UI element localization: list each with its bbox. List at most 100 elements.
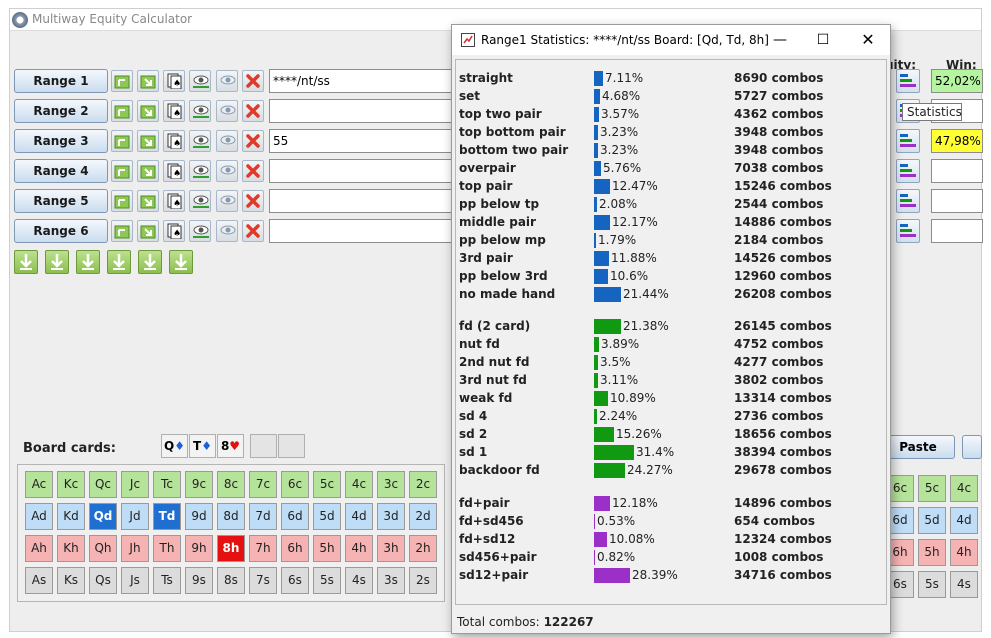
card-Th[interactable]: Th bbox=[153, 535, 181, 562]
card-4d[interactable]: 4d bbox=[950, 507, 978, 534]
download-button[interactable] bbox=[169, 250, 193, 274]
download-button[interactable] bbox=[14, 250, 38, 274]
card-7s[interactable]: 7s bbox=[249, 567, 277, 594]
board-card-slot[interactable]: T♦ bbox=[189, 434, 216, 458]
eye-hidden-button[interactable] bbox=[216, 220, 238, 242]
card-5d[interactable]: 5d bbox=[918, 507, 946, 534]
export-range-button[interactable] bbox=[137, 160, 159, 182]
statistics-button[interactable] bbox=[896, 159, 920, 183]
export-range-button[interactable] bbox=[137, 190, 159, 212]
card-5c[interactable]: 5c bbox=[313, 471, 341, 498]
card-3h[interactable]: 3h bbox=[377, 535, 405, 562]
eye-hidden-button[interactable] bbox=[216, 70, 238, 92]
statistics-button[interactable] bbox=[896, 129, 920, 153]
export-range-button[interactable] bbox=[137, 70, 159, 92]
win-field[interactable] bbox=[931, 159, 983, 183]
card-4s[interactable]: 4s bbox=[950, 571, 978, 598]
card-Ac[interactable]: Ac bbox=[25, 471, 53, 498]
card-4s[interactable]: 4s bbox=[345, 567, 373, 594]
delete-button[interactable] bbox=[242, 160, 264, 182]
maximize-button[interactable]: ☐ bbox=[812, 29, 834, 51]
range-input[interactable] bbox=[269, 99, 469, 123]
card-5s[interactable]: 5s bbox=[313, 567, 341, 594]
import-range-button[interactable] bbox=[111, 190, 133, 212]
card-Qd[interactable]: Qd bbox=[89, 503, 117, 530]
cards-button[interactable]: ♠ bbox=[163, 220, 185, 242]
download-button[interactable] bbox=[45, 250, 69, 274]
card-9d[interactable]: 9d bbox=[185, 503, 213, 530]
card-4c[interactable]: 4c bbox=[345, 471, 373, 498]
card-Qs[interactable]: Qs bbox=[89, 567, 117, 594]
win-field[interactable]: 52,02% bbox=[931, 69, 983, 93]
card-8d[interactable]: 8d bbox=[217, 503, 245, 530]
board-card-slot[interactable] bbox=[250, 434, 277, 458]
eye-button[interactable] bbox=[189, 220, 211, 242]
card-5h[interactable]: 5h bbox=[313, 535, 341, 562]
eye-hidden-button[interactable] bbox=[216, 190, 238, 212]
eye-button[interactable] bbox=[189, 190, 211, 212]
card-9s[interactable]: 9s bbox=[185, 567, 213, 594]
delete-button[interactable] bbox=[242, 70, 264, 92]
extra-button[interactable] bbox=[962, 435, 982, 459]
card-6d[interactable]: 6d bbox=[281, 503, 309, 530]
card-Kc[interactable]: Kc bbox=[57, 471, 85, 498]
card-4h[interactable]: 4h bbox=[345, 535, 373, 562]
import-range-button[interactable] bbox=[111, 70, 133, 92]
range-input[interactable] bbox=[269, 159, 469, 183]
range-button[interactable]: Range 2 bbox=[14, 99, 108, 123]
range-button[interactable]: Range 4 bbox=[14, 159, 108, 183]
card-4h[interactable]: 4h bbox=[950, 539, 978, 566]
card-Td[interactable]: Td bbox=[153, 503, 181, 530]
eye-button[interactable] bbox=[189, 100, 211, 122]
paste-button[interactable]: Paste bbox=[881, 435, 955, 459]
export-range-button[interactable] bbox=[137, 100, 159, 122]
card-2s[interactable]: 2s bbox=[409, 567, 437, 594]
eye-button[interactable] bbox=[189, 70, 211, 92]
delete-button[interactable] bbox=[242, 220, 264, 242]
card-Ah[interactable]: Ah bbox=[25, 535, 53, 562]
range-button[interactable]: Range 5 bbox=[14, 189, 108, 213]
card-Qc[interactable]: Qc bbox=[89, 471, 117, 498]
cards-button[interactable]: ♠ bbox=[163, 130, 185, 152]
board-card-slot[interactable]: 8♥ bbox=[217, 434, 244, 458]
card-Js[interactable]: Js bbox=[121, 567, 149, 594]
delete-button[interactable] bbox=[242, 190, 264, 212]
statistics-button[interactable] bbox=[896, 189, 920, 213]
card-8s[interactable]: 8s bbox=[217, 567, 245, 594]
card-2d[interactable]: 2d bbox=[409, 503, 437, 530]
card-Qh[interactable]: Qh bbox=[89, 535, 117, 562]
win-field[interactable] bbox=[931, 189, 983, 213]
card-9h[interactable]: 9h bbox=[185, 535, 213, 562]
card-8c[interactable]: 8c bbox=[217, 471, 245, 498]
card-Ks[interactable]: Ks bbox=[57, 567, 85, 594]
card-3s[interactable]: 3s bbox=[377, 567, 405, 594]
export-range-button[interactable] bbox=[137, 130, 159, 152]
range-input[interactable]: 55 bbox=[269, 129, 469, 153]
download-button[interactable] bbox=[107, 250, 131, 274]
card-2h[interactable]: 2h bbox=[409, 535, 437, 562]
eye-button[interactable] bbox=[189, 130, 211, 152]
download-button[interactable] bbox=[138, 250, 162, 274]
range-input[interactable] bbox=[269, 219, 469, 243]
card-7d[interactable]: 7d bbox=[249, 503, 277, 530]
eye-button[interactable] bbox=[189, 160, 211, 182]
card-7h[interactable]: 7h bbox=[249, 535, 277, 562]
statistics-button[interactable] bbox=[896, 69, 920, 93]
card-Jd[interactable]: Jd bbox=[121, 503, 149, 530]
statistics-button[interactable] bbox=[896, 219, 920, 243]
board-card-slot[interactable] bbox=[278, 434, 305, 458]
range-button[interactable]: Range 1 bbox=[14, 69, 108, 93]
range-button[interactable]: Range 6 bbox=[14, 219, 108, 243]
import-range-button[interactable] bbox=[111, 160, 133, 182]
range-input[interactable]: ****/nt/ss bbox=[269, 69, 469, 93]
eye-hidden-button[interactable] bbox=[216, 160, 238, 182]
delete-button[interactable] bbox=[242, 100, 264, 122]
close-button[interactable]: ✕ bbox=[857, 29, 879, 51]
cards-button[interactable]: ♠ bbox=[163, 190, 185, 212]
card-Jc[interactable]: Jc bbox=[121, 471, 149, 498]
range-button[interactable]: Range 3 bbox=[14, 129, 108, 153]
card-Jh[interactable]: Jh bbox=[121, 535, 149, 562]
import-range-button[interactable] bbox=[111, 220, 133, 242]
card-3c[interactable]: 3c bbox=[377, 471, 405, 498]
eye-hidden-button[interactable] bbox=[216, 100, 238, 122]
